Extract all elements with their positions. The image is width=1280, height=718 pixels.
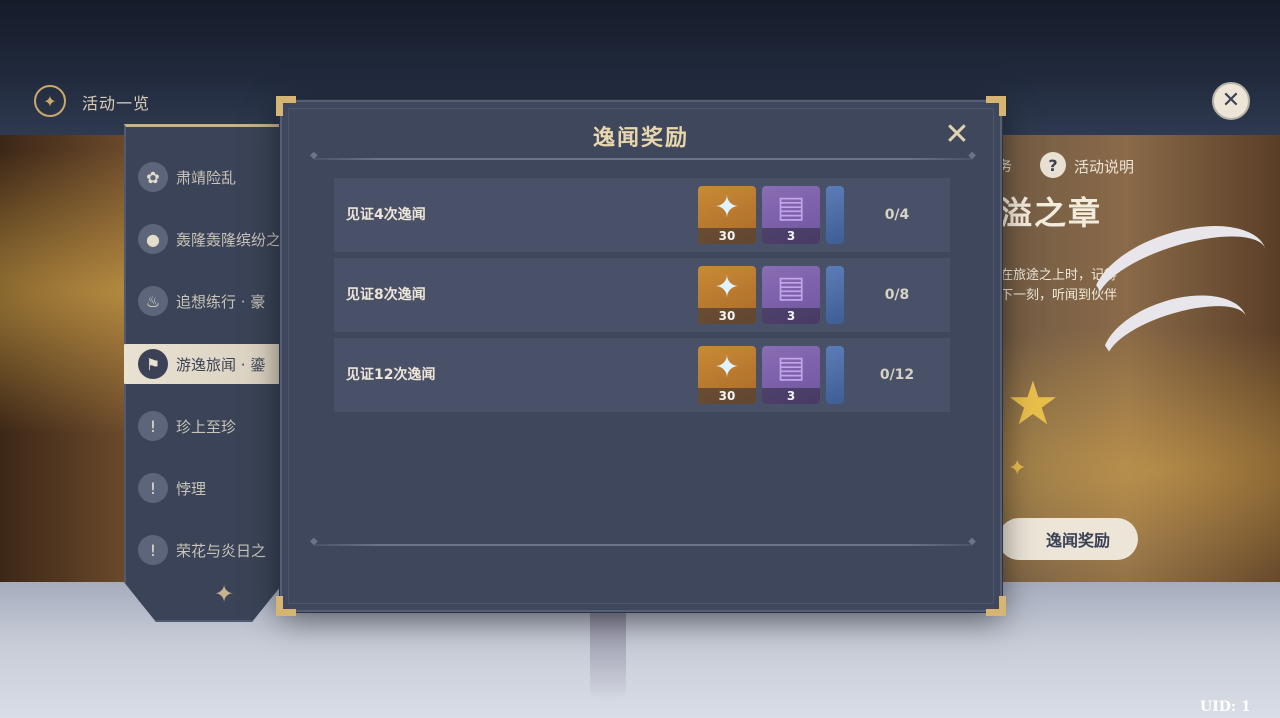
book-item[interactable]: ▤ 3	[762, 266, 820, 324]
gold-star-decoration: ★	[1006, 369, 1060, 439]
sidebar-item-event-1[interactable]: ✿ 肃靖险乱	[138, 157, 284, 197]
banner-title: 溢之章	[1000, 194, 1103, 232]
sidebar-item-event-4-active[interactable]: ⚑ 游逸旅闻 · 鎏	[124, 344, 284, 384]
bomb-face-icon: ●	[138, 224, 168, 254]
sidebar-star-ornament: ✦	[214, 580, 235, 608]
primogem-item[interactable]: ✦ 30	[698, 266, 756, 324]
sidebar-item-label: 游逸旅闻 · 鎏	[176, 355, 266, 374]
sidebar-item-label: 轰隆轰隆缤纷之	[176, 230, 282, 249]
gold-star-decoration: ✦	[1008, 456, 1027, 481]
book-icon: ▤	[776, 350, 806, 385]
book-item[interactable]: ▤ 3	[762, 186, 820, 244]
event-sidebar: ✿ 肃靖险乱 ● 轰隆轰隆缤纷之 ♨ 追想练行 · 豪 ⚑ 游逸旅闻 · 鎏 !…	[124, 124, 284, 622]
reward-requirement: 见证12次逸闻	[346, 367, 436, 383]
sidebar-item-label: 肃靖险乱	[176, 168, 237, 187]
compass-icon: ✦	[34, 85, 66, 117]
sidebar-item-event-5[interactable]: ! 珍上至珍	[138, 406, 284, 446]
sidebar-item-label: 荣花与炎日之	[176, 541, 267, 560]
sidebar-item-event-2[interactable]: ● 轰隆轰隆缤纷之	[138, 219, 284, 259]
primogem-item[interactable]: ✦ 30	[698, 186, 756, 244]
close-icon[interactable]: ✕	[942, 120, 972, 150]
reward-progress: 0/12	[879, 367, 915, 383]
primogem-icon: ✦	[714, 350, 740, 385]
primogem-icon: ✦	[714, 190, 740, 225]
primogem-icon: ✦	[714, 270, 740, 305]
sidebar-item-label: 悖理	[176, 479, 207, 498]
sidebar-item-event-3[interactable]: ♨ 追想练行 · 豪	[138, 281, 284, 321]
divider	[310, 536, 976, 547]
item-count: 30	[698, 308, 756, 324]
reward-progress: 0/4	[884, 207, 910, 223]
flower-icon: ✿	[138, 162, 168, 192]
rewards-list: 见证4次逸闻 ✦ 30 ▤ 3 0/4 见证8次逸闻 ✦ 30 ▤ 3 0/8 …	[334, 178, 950, 418]
book-item[interactable]: ▤ 3	[762, 346, 820, 404]
more-items-edge[interactable]	[826, 266, 844, 324]
rewards-modal: 逸闻奖励 ✕ 见证4次逸闻 ✦ 30 ▤ 3 0/4 见证8次逸闻 ✦ 30 ▤	[276, 96, 1002, 612]
page-title: 活动一览	[82, 94, 151, 113]
reward-requirement: 见证8次逸闻	[346, 287, 426, 303]
rewards-button[interactable]: 逸闻奖励	[998, 518, 1138, 560]
sidebar-item-label: 珍上至珍	[176, 417, 237, 436]
background-pillar	[590, 600, 626, 700]
uid-label: UID: 1	[1200, 699, 1251, 715]
primogem-item[interactable]: ✦ 30	[698, 346, 756, 404]
help-icon[interactable]: ?	[1040, 152, 1066, 178]
exclamation-icon: !	[138, 473, 168, 503]
item-count: 3	[762, 228, 820, 244]
exclamation-icon: !	[138, 535, 168, 565]
modal-title: 逸闻奖励	[592, 126, 689, 151]
item-count: 30	[698, 388, 756, 404]
close-icon[interactable]: ✕	[1212, 82, 1250, 120]
event-info-link[interactable]: 活动说明	[1074, 156, 1134, 177]
corner-ornament	[986, 96, 1006, 116]
divider	[310, 150, 976, 161]
map-pin-icon: ⚑	[138, 349, 168, 379]
reward-requirement: 见证4次逸闻	[346, 207, 426, 223]
reward-row: 见证8次逸闻 ✦ 30 ▤ 3 0/8	[334, 258, 950, 332]
item-count: 3	[762, 388, 820, 404]
exclamation-icon: !	[138, 411, 168, 441]
reward-row: 见证4次逸闻 ✦ 30 ▤ 3 0/4	[334, 178, 950, 252]
item-count: 3	[762, 308, 820, 324]
sidebar-item-event-6[interactable]: ! 悖理	[138, 468, 284, 508]
more-items-edge[interactable]	[826, 186, 844, 244]
reward-row: 见证12次逸闻 ✦ 30 ▤ 3 0/12	[334, 338, 950, 412]
reward-progress: 0/8	[884, 287, 910, 303]
corner-ornament	[986, 596, 1006, 616]
book-icon: ▤	[776, 270, 806, 305]
corner-ornament	[276, 96, 296, 116]
sidebar-item-label: 追想练行 · 豪	[176, 292, 266, 311]
flame-icon: ♨	[138, 286, 168, 316]
more-items-edge[interactable]	[826, 346, 844, 404]
book-icon: ▤	[776, 190, 806, 225]
item-count: 30	[698, 228, 756, 244]
sidebar-item-event-7[interactable]: ! 荣花与炎日之	[138, 530, 284, 570]
corner-ornament	[276, 596, 296, 616]
